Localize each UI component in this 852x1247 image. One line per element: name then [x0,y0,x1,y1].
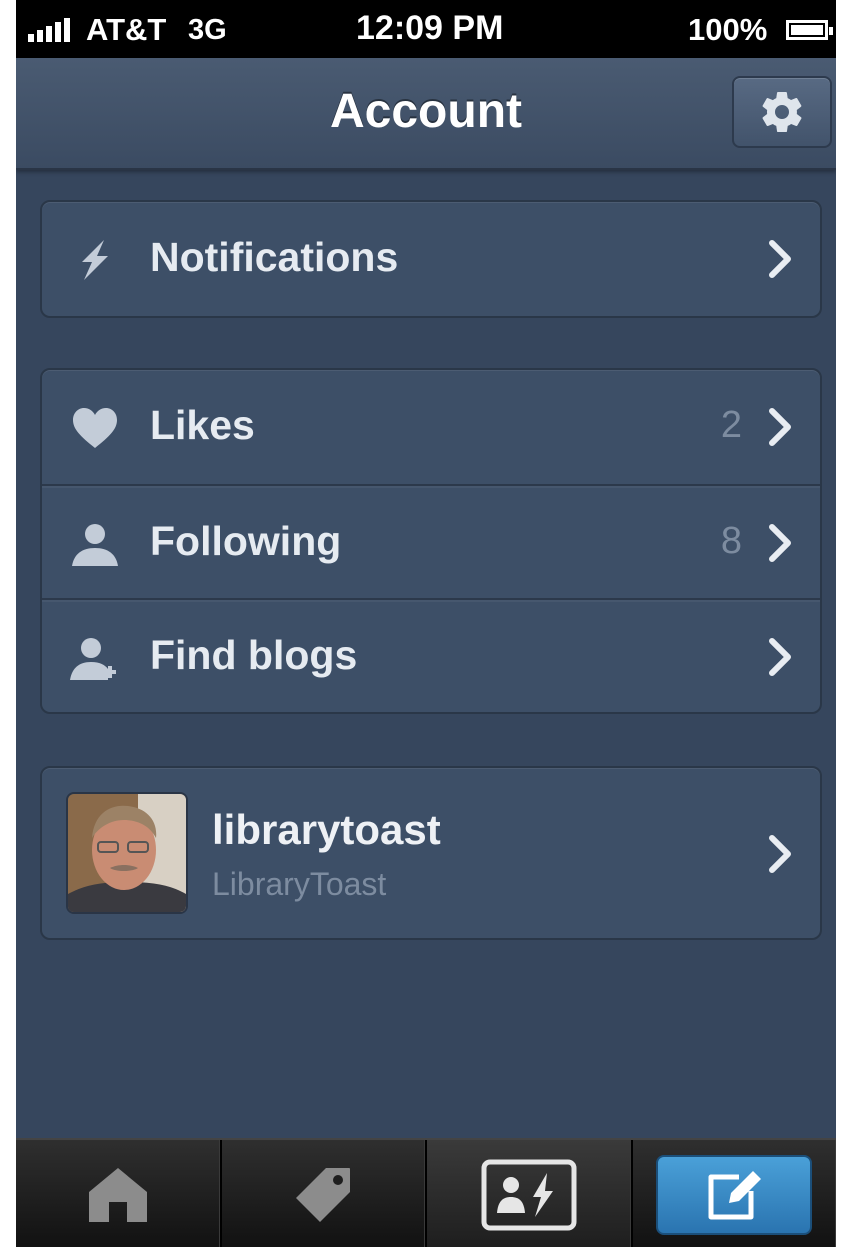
chevron-right-icon [769,524,791,562]
tab-bar [16,1138,836,1247]
gear-icon [762,92,802,133]
tab-compose[interactable] [633,1140,837,1247]
tag-icon [296,1167,351,1222]
chevron-right-icon [769,835,791,873]
notifications-row[interactable]: Notifications [42,202,820,316]
home-icon [88,1167,147,1222]
chevron-right-icon [769,408,791,446]
tab-tags[interactable] [222,1140,427,1247]
compose-button[interactable] [656,1154,813,1235]
notifications-label: Notifications [150,234,399,280]
activity-icon [481,1159,577,1230]
tab-activity[interactable] [427,1140,633,1247]
network-type: 3G [188,14,227,46]
lightning-icon [82,240,108,280]
status-bar: AT&T 3G 12:09 PM 100% [16,0,836,58]
find-blogs-row[interactable]: Find blogs [42,598,820,712]
profile-group: librarytoast LibraryToast [40,766,822,940]
blog-title: LibraryToast [212,866,387,902]
heart-icon [73,408,117,448]
likes-row[interactable]: Likes 2 [42,370,820,484]
avatar [66,792,188,914]
following-row[interactable]: Following 8 [42,484,820,598]
avatar-photo [68,794,186,912]
chevron-right-icon [769,240,791,278]
blog-username: librarytoast [212,806,441,853]
activity-group: Likes 2 Following 8 Find blogs [40,368,822,714]
likes-label: Likes [150,402,255,448]
find-blogs-label: Find blogs [150,632,358,678]
blog-row[interactable]: librarytoast LibraryToast [42,768,820,938]
page-title: Account [330,85,522,138]
person-icon [72,524,118,566]
likes-count: 2 [720,404,742,446]
phone-screen: AT&T 3G 12:09 PM 100% Account Notificati… [16,0,836,1247]
compose-icon [708,1170,762,1219]
following-label: Following [150,518,342,564]
tab-dashboard[interactable] [16,1140,222,1247]
notifications-group: Notifications [40,200,822,318]
chevron-right-icon [769,638,791,676]
status-time: 12:09 PM [356,9,504,47]
signal-strength-icon [28,18,70,42]
following-count: 8 [720,520,742,562]
battery-percentage: 100% [688,12,768,47]
person-add-icon [70,638,116,680]
carrier-name: AT&T [86,12,167,47]
settings-button[interactable] [732,76,832,148]
battery-icon [786,20,833,40]
navigation-bar: Account [16,58,836,170]
